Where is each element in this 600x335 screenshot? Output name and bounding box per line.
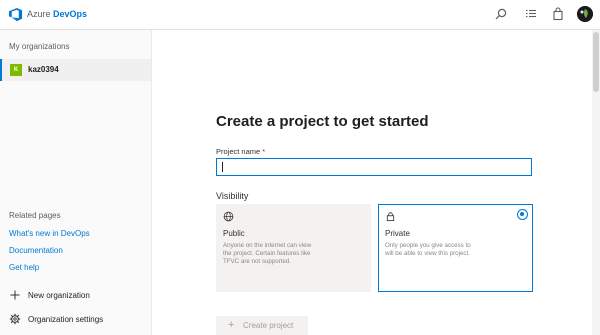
shopping-bag-icon[interactable] xyxy=(551,7,565,21)
visibility-label: Visibility xyxy=(216,191,249,201)
private-option-name: Private xyxy=(385,229,410,238)
organization-name: kaz0394 xyxy=(28,65,59,74)
related-pages-heading: Related pages xyxy=(9,211,61,220)
plus-icon: + xyxy=(228,319,235,331)
search-icon[interactable] xyxy=(494,7,508,21)
visibility-private-option[interactable]: Private Only people you give access to w… xyxy=(378,204,533,292)
top-bar: Azure DevOps xyxy=(0,0,600,30)
gear-icon xyxy=(9,313,21,325)
main-content: Create a project to get started Project … xyxy=(153,30,600,335)
lock-icon xyxy=(386,212,395,222)
brand-title[interactable]: Azure DevOps xyxy=(27,9,87,19)
sidebar: My organizations K kaz0394 Related pages… xyxy=(0,30,152,335)
new-organization-label: New organization xyxy=(28,291,90,300)
get-help-link[interactable]: Get help xyxy=(9,263,39,272)
list-icon[interactable] xyxy=(524,7,538,21)
private-option-description: Only people you give access to will be a… xyxy=(385,242,471,257)
scrollbar-thumb[interactable] xyxy=(593,32,599,92)
text-cursor xyxy=(222,162,223,172)
azure-devops-logo-icon[interactable] xyxy=(8,7,23,22)
public-option-name: Public xyxy=(223,229,245,238)
avatar-image-icon xyxy=(577,6,593,22)
user-avatar[interactable] xyxy=(577,6,593,22)
my-organizations-heading: My organizations xyxy=(9,42,70,51)
vertical-scrollbar[interactable] xyxy=(592,30,600,335)
new-organization-button[interactable]: New organization xyxy=(9,289,139,303)
globe-icon xyxy=(223,211,234,222)
page-title: Create a project to get started xyxy=(216,113,429,130)
organization-settings-label: Organization settings xyxy=(28,315,104,324)
required-marker: * xyxy=(262,147,266,156)
project-name-label: Project name * xyxy=(216,147,266,156)
plus-icon xyxy=(10,290,20,300)
whats-new-link[interactable]: What's new in DevOps xyxy=(9,229,90,238)
create-project-button[interactable]: + Create project xyxy=(216,316,308,335)
project-name-input[interactable] xyxy=(216,158,532,176)
organization-settings-button[interactable]: Organization settings xyxy=(9,313,144,327)
private-radio-selected[interactable] xyxy=(517,209,528,220)
organization-item[interactable]: K kaz0394 xyxy=(0,59,151,81)
public-option-description: Anyone on the internet can view the proj… xyxy=(223,242,312,265)
documentation-link[interactable]: Documentation xyxy=(9,246,63,255)
create-project-label: Create project xyxy=(243,321,294,330)
visibility-public-option[interactable]: Public Anyone on the internet can view t… xyxy=(216,204,371,292)
organization-badge: K xyxy=(10,64,22,76)
